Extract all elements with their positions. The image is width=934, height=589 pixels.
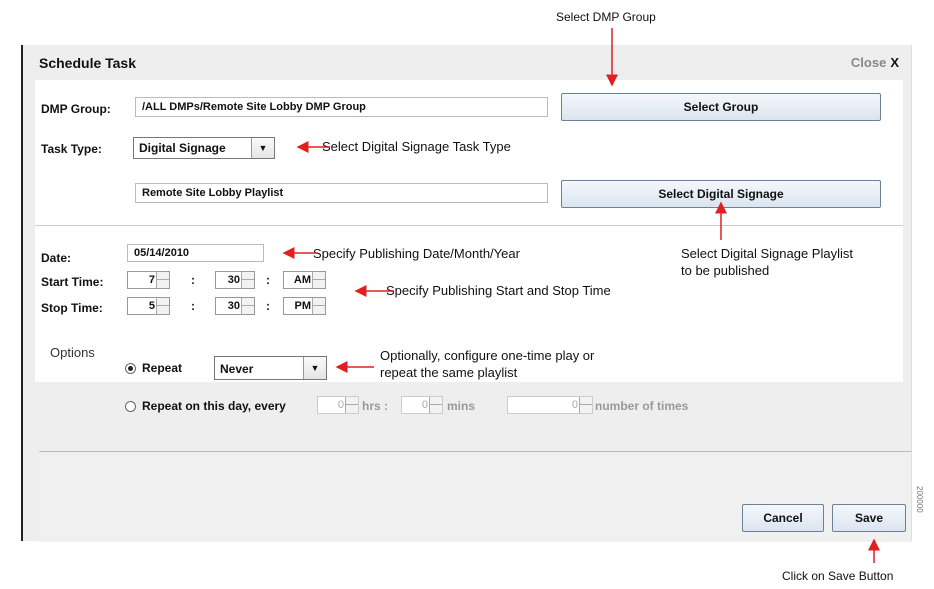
annotation-arrows (282, 28, 880, 563)
